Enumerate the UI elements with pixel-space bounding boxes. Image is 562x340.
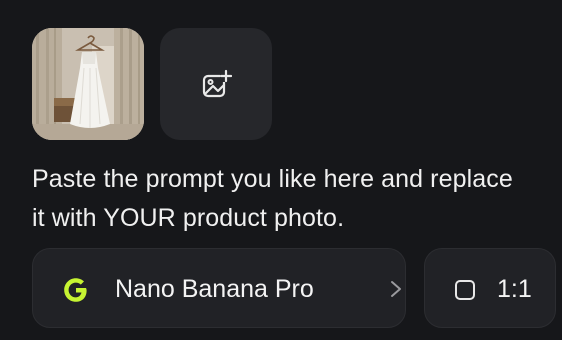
model-selector-button[interactable]: Nano Banana Pro xyxy=(32,248,406,328)
google-g-logo-icon xyxy=(64,278,87,302)
chevron-right-icon xyxy=(391,281,401,297)
product-photo-image xyxy=(32,28,144,140)
add-image-button[interactable] xyxy=(160,28,272,140)
add-image-icon xyxy=(202,69,232,98)
product-photo-thumbnail[interactable] xyxy=(32,28,144,140)
square-icon xyxy=(455,280,475,300)
model-label: Nano Banana Pro xyxy=(115,275,314,303)
aspect-ratio-button[interactable]: 1:1 xyxy=(424,248,556,328)
prompt-description: Paste the prompt you like here and repla… xyxy=(32,165,513,232)
aspect-ratio-label: 1:1 xyxy=(497,275,532,303)
